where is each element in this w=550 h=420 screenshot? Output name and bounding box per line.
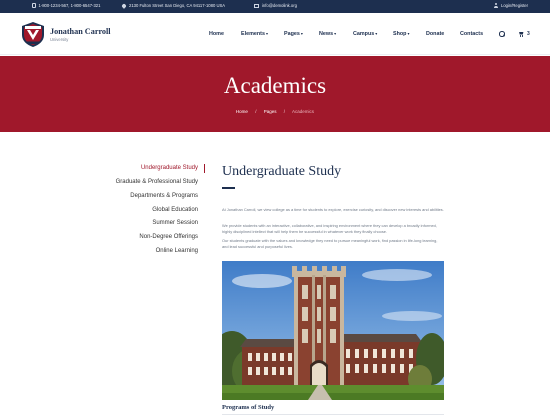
nav-home[interactable]: Home xyxy=(209,31,224,37)
phone-text: 1-800-1234-567, 1-800-6547-321 xyxy=(38,3,101,8)
sidebar-item-undergraduate-study[interactable]: Undergraduate Study xyxy=(141,165,198,171)
page-title: Academics xyxy=(223,73,327,98)
campus-building-image xyxy=(222,261,444,400)
nav-contacts-label[interactable]: Contacts xyxy=(460,31,483,37)
sidebar-item-summer-session[interactable]: Summer Session xyxy=(152,220,198,226)
nav-shop-label[interactable]: Shop xyxy=(393,31,406,37)
chevron-down-icon: ▾ xyxy=(265,31,268,36)
graduates-paragraph: Our students graduate with the values an… xyxy=(222,238,438,249)
nav-donate[interactable]: Donate xyxy=(426,31,444,37)
brand-name[interactable]: Jonathan Carroll xyxy=(50,27,111,36)
university-crest-logo[interactable] xyxy=(20,21,46,48)
title-divider xyxy=(222,187,235,189)
nav-contacts[interactable]: Contacts xyxy=(460,31,483,37)
programs-divider xyxy=(222,414,444,415)
address-info: 2130 Fulton Street San Diego, CA 94117-1… xyxy=(121,2,226,9)
location-pin-icon xyxy=(121,2,127,9)
nav-shop[interactable]: Shop▾ xyxy=(393,31,410,37)
nav-campus-label[interactable]: Campus xyxy=(353,31,374,37)
email-link[interactable]: info@demolink.org xyxy=(262,3,297,8)
site-header: Jonathan Carroll University Home Element… xyxy=(0,13,550,55)
sidebar-item-online-learning[interactable]: Online Learning xyxy=(156,248,198,254)
search-icon[interactable] xyxy=(499,31,505,37)
page-hero: Academics xyxy=(0,56,550,132)
environment-paragraph: We provide students with an interactive,… xyxy=(222,223,437,234)
top-info-bar: 1-800-1234-567, 1-800-6547-321 2130 Fult… xyxy=(0,0,550,13)
nav-home-label[interactable]: Home xyxy=(209,31,224,37)
intro-paragraph: At Jonathan Carroll, we view college as … xyxy=(222,207,444,212)
programs-of-study-heading: Programs of Study xyxy=(222,404,275,411)
section-title: Undergraduate Study xyxy=(222,164,342,179)
nav-elements[interactable]: Elements▾ xyxy=(241,31,268,37)
breadcrumb-separator: / xyxy=(255,109,257,114)
chevron-down-icon: ▾ xyxy=(375,31,378,36)
breadcrumb-home[interactable]: Home xyxy=(236,109,248,114)
chevron-down-icon: ▾ xyxy=(407,31,410,36)
nav-pages[interactable]: Pages▾ xyxy=(284,31,303,37)
nav-campus[interactable]: Campus▾ xyxy=(353,31,377,37)
mail-icon xyxy=(254,3,259,8)
breadcrumb-pages[interactable]: Pages xyxy=(264,109,277,114)
breadcrumb-current: Academics xyxy=(292,109,315,114)
chevron-down-icon: ▾ xyxy=(300,31,303,36)
login-link[interactable]: Login/Register xyxy=(494,3,528,8)
phone-info: 1-800-1234-567, 1-800-6547-321 xyxy=(32,3,100,8)
phone-icon xyxy=(32,3,36,8)
login-text[interactable]: Login/Register xyxy=(501,3,528,8)
email-info[interactable]: info@demolink.org xyxy=(254,3,297,8)
breadcrumb-separator: / xyxy=(283,109,286,114)
cart-icon[interactable] xyxy=(519,31,525,37)
sidebar-item-departments-programs[interactable]: Departments & Programs xyxy=(130,193,198,199)
breadcrumb: Home / Pages / Academics xyxy=(0,109,550,114)
brand-subtitle: University xyxy=(50,37,69,42)
nav-donate-label[interactable]: Donate xyxy=(426,31,444,37)
address-text: 2130 Fulton Street San Diego, CA 94117-1… xyxy=(129,3,226,8)
active-indicator xyxy=(204,164,205,173)
sidebar-item-global-education[interactable]: Global Education xyxy=(152,207,198,213)
sidebar-item-graduate-professional-study[interactable]: Graduate & Professional Study xyxy=(116,179,198,185)
user-icon xyxy=(494,3,498,8)
nav-elements-label[interactable]: Elements xyxy=(241,31,265,37)
nav-pages-label[interactable]: Pages xyxy=(284,31,300,37)
chevron-down-icon: ▾ xyxy=(334,31,337,36)
cart-count[interactable]: 3 xyxy=(527,31,530,37)
nav-news-label[interactable]: News xyxy=(319,31,333,37)
brand[interactable]: Jonathan Carroll University xyxy=(50,27,111,42)
sidebar-item-non-degree-offerings[interactable]: Non-Degree Offerings xyxy=(139,234,198,240)
nav-news[interactable]: News▾ xyxy=(319,31,336,37)
